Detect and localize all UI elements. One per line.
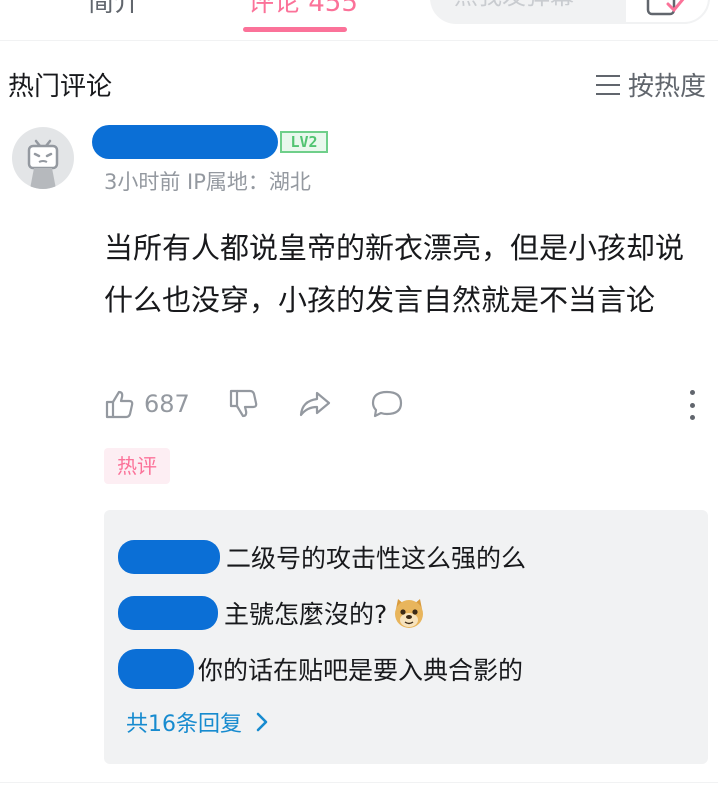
thumbs-down-icon [229,389,258,418]
like-count: 687 [144,390,190,418]
danmaku-settings-button[interactable] [624,0,710,24]
danmaku-bar: 点我发弹幕 [430,0,710,24]
reply-username-redacted[interactable] [118,596,218,630]
chevron-right-icon [256,712,268,732]
thumbs-up-icon [105,390,134,419]
reply-item[interactable]: 二级号的攻击性这么强的么 [118,539,526,575]
danmaku-input[interactable]: 点我发弹幕 [454,0,574,11]
sort-label: 按热度 [627,72,706,102]
view-all-replies-link[interactable]: 共16条回复 [126,706,268,738]
share-button[interactable] [298,388,332,420]
username-redacted[interactable] [92,125,278,159]
comment-actions: 687 [104,386,404,422]
reply-username-redacted[interactable] [118,540,220,574]
sort-toggle[interactable]: 按热度 [595,66,706,103]
dislike-button[interactable] [228,388,260,420]
like-button[interactable]: 687 [104,388,190,420]
reply-text: 二级号的攻击性这么强的么 [226,544,527,573]
reply-button[interactable] [370,388,404,420]
hot-comment-badge: 热评 [104,448,170,484]
tab-intro[interactable]: 简介 [88,0,140,19]
reply-username-redacted[interactable] [118,649,194,689]
divider [0,40,718,41]
reply-text: 你的话在贴吧是要入典合影的 [198,656,524,685]
sort-icon [595,74,620,95]
tv-avatar-icon [27,139,59,189]
reply-item[interactable]: 你的话在贴吧是要入典合影的 [118,649,523,689]
active-tab-indicator [243,27,347,32]
view-all-replies-label: 共16条回复 [126,712,242,737]
top-tab-bar: 简介 评论 455 点我发弹幕 [0,0,718,41]
avatar[interactable] [12,127,74,189]
level-badge: LV2 [280,131,328,153]
divider [0,782,718,783]
reply-icon [371,390,402,418]
replies-preview[interactable]: 二级号的攻击性这么强的么 主號怎麼沒的? 你的话在贴吧是要入典合影的 共16条回… [104,510,708,764]
comment-meta: 3小时前 IP属地：湖北 [104,170,311,194]
reply-item[interactable]: 主號怎麼沒的? [118,595,427,631]
doge-emoji-icon [395,599,424,628]
reply-text: 主號怎麼沒的? [224,600,388,629]
section-title: 热门评论 [8,72,113,102]
tab-comments[interactable]: 评论 455 [248,0,358,19]
danmaku-settings-icon [646,0,685,16]
more-vertical-icon[interactable] [686,390,698,420]
share-icon [299,391,330,417]
comment-text[interactable]: 当所有人都说皇帝的新衣漂亮，但是小孩却说什么也没穿，小孩的发言自然就是不当言论 [104,222,708,326]
